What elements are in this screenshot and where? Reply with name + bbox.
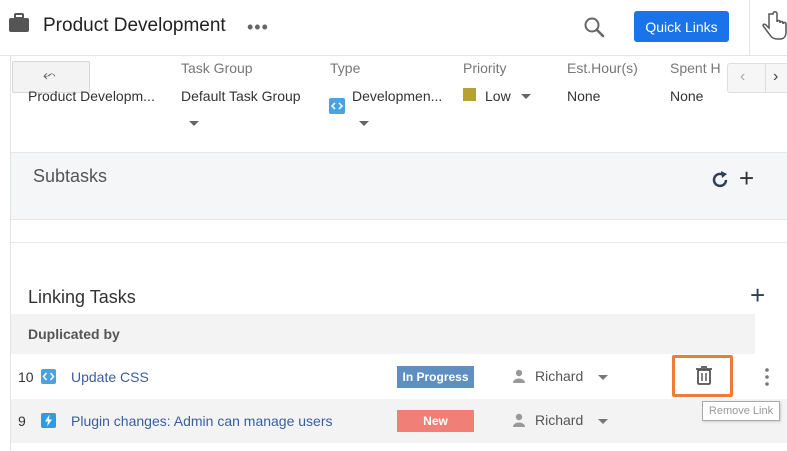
task-name-link[interactable]: Update CSS	[71, 369, 346, 385]
priority-label: Priority	[463, 60, 507, 76]
est-hours-value[interactable]: None	[567, 88, 600, 104]
divider	[11, 242, 787, 243]
previous-icon[interactable]: ‹	[740, 68, 745, 86]
priority-color-indicator	[463, 88, 476, 101]
table-row[interactable]: 9 Plugin changes: Admin can manage users…	[11, 399, 787, 443]
briefcase-icon	[9, 13, 29, 32]
est-hours-label: Est.Hour(s)	[567, 60, 638, 76]
task-id: 9	[18, 413, 26, 429]
quick-links-button[interactable]: Quick Links	[634, 11, 729, 42]
project-value: Product Developm...	[28, 88, 155, 104]
spent-hours-label: Spent H	[670, 60, 721, 76]
code-icon	[329, 98, 345, 114]
next-icon[interactable]: ›	[773, 68, 778, 86]
remove-link-tooltip: Remove Link	[702, 401, 780, 421]
refresh-icon[interactable]	[709, 169, 731, 191]
page-title: Product Development	[43, 15, 226, 36]
top-bar: Product Development ••• Quick Links	[0, 0, 787, 56]
record-navigation: ‹ ›	[727, 63, 787, 93]
duplicated-by-label: Duplicated by	[28, 326, 120, 342]
type-dropdown-icon[interactable]	[359, 121, 369, 126]
user-icon	[513, 369, 525, 383]
task-group-value[interactable]: Default Task Group	[181, 88, 301, 104]
type-value[interactable]: Developmen...	[352, 88, 442, 104]
table-row[interactable]: 10 Update CSS In Progress Richard	[11, 355, 787, 399]
assignee-dropdown-icon[interactable]	[598, 375, 608, 380]
priority-value[interactable]: Low	[485, 88, 511, 104]
task-id: 10	[18, 369, 34, 385]
back-arrow-icon: ⬿	[43, 67, 56, 84]
spent-hours-value[interactable]: None	[670, 88, 703, 104]
add-linking-task-icon[interactable]: +	[750, 282, 765, 308]
status-badge[interactable]: In Progress	[397, 366, 474, 388]
assignee-name[interactable]: Richard	[535, 368, 583, 384]
row-menu-icon[interactable]	[765, 368, 769, 386]
duplicated-by-header: Duplicated by	[11, 314, 755, 354]
task-group-label: Task Group	[181, 60, 253, 76]
assignee-name[interactable]: Richard	[535, 412, 583, 428]
assignee-dropdown-icon[interactable]	[598, 419, 608, 424]
task-name-link[interactable]: Plugin changes: Admin can manage users	[71, 413, 346, 429]
linking-tasks-title: Linking Tasks	[28, 287, 136, 307]
trash-icon	[696, 366, 712, 385]
task-group-dropdown-icon[interactable]	[189, 121, 199, 126]
type-label: Type	[330, 60, 361, 76]
header-divider	[749, 0, 750, 56]
add-subtask-icon[interactable]: +	[739, 165, 754, 191]
hand-pointer-icon[interactable]	[760, 8, 787, 44]
user-icon	[513, 413, 525, 427]
subtasks-section: Subtasks +	[11, 153, 787, 220]
remove-link-button[interactable]	[672, 355, 733, 397]
subtasks-title: Subtasks	[33, 166, 108, 186]
priority-dropdown-icon[interactable]	[521, 94, 531, 99]
status-badge[interactable]: New	[397, 410, 474, 432]
lightning-icon	[41, 413, 56, 428]
more-options-icon[interactable]: •••	[247, 17, 269, 38]
code-icon	[41, 369, 56, 384]
search-icon[interactable]	[583, 16, 605, 38]
